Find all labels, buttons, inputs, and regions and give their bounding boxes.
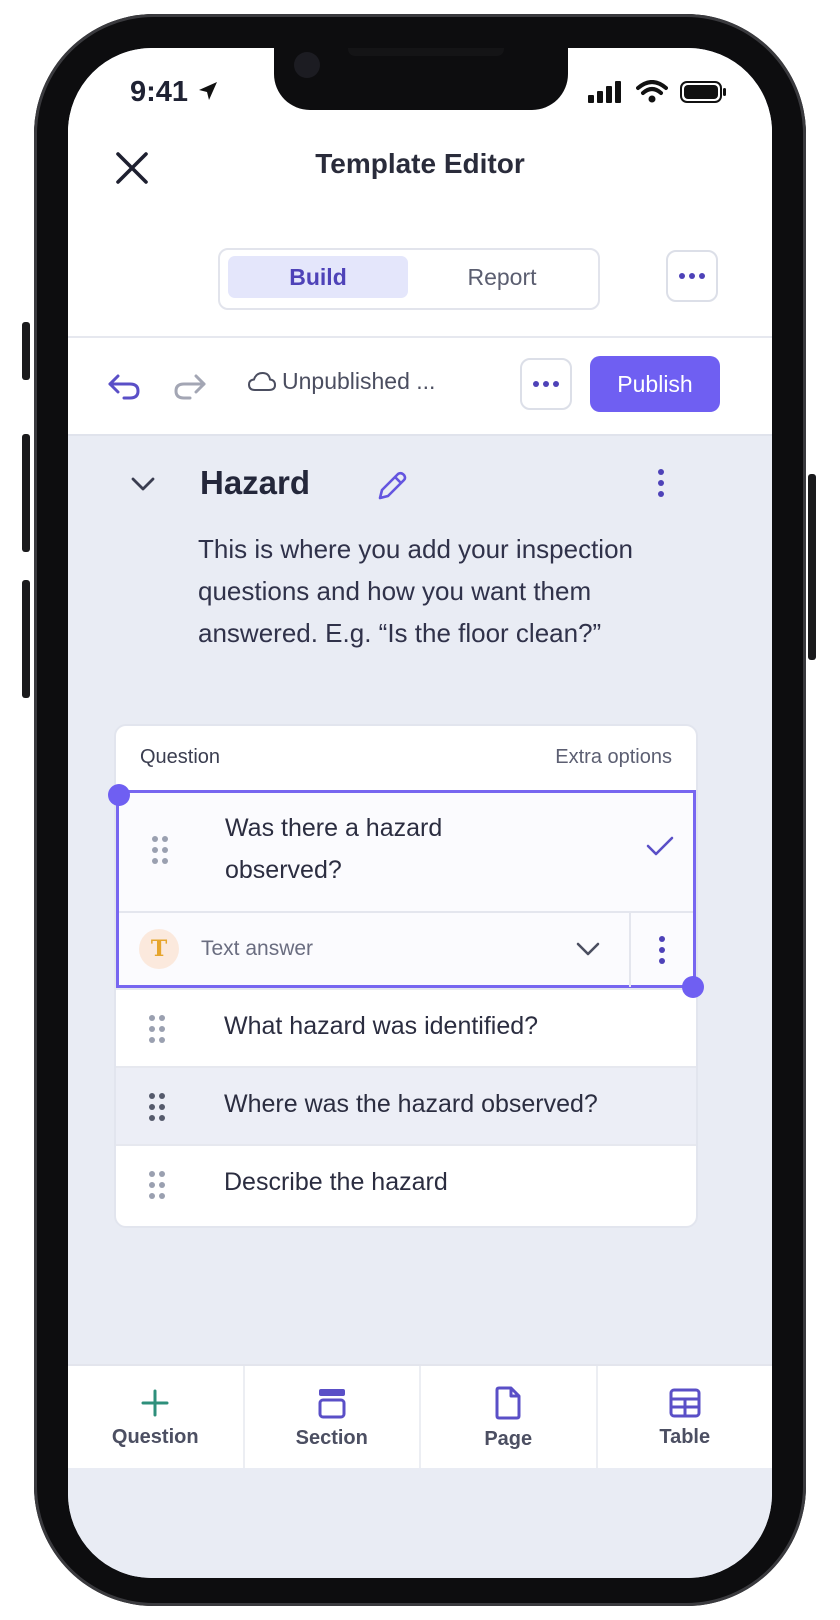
question-row[interactable]: Where was the hazard observed? <box>116 1066 696 1144</box>
question-table-header: Question Extra options <box>116 726 696 790</box>
selection-handle-bottom-right[interactable] <box>682 976 704 998</box>
home-indicator-area <box>68 1468 772 1578</box>
answer-more-vertical-icon[interactable] <box>657 935 667 965</box>
section-icon <box>318 1388 346 1418</box>
camera <box>294 52 320 78</box>
publish-status: Unpublished ... <box>248 368 435 395</box>
section-title: Hazard <box>200 464 311 501</box>
selection-handle-top-left[interactable] <box>108 784 130 806</box>
edit-pencil-icon[interactable] <box>374 470 408 504</box>
question-table: Question Extra options Was there a hazar… <box>114 724 698 1228</box>
undo-icon[interactable] <box>104 366 144 406</box>
text-answer-icon: T <box>139 929 179 969</box>
add-section-button[interactable]: Section <box>245 1366 421 1470</box>
drag-handle-icon[interactable] <box>148 1170 166 1200</box>
publish-button[interactable]: Publish <box>590 356 720 412</box>
add-question-button[interactable]: Question <box>68 1366 245 1470</box>
question-text-input[interactable]: Was there a hazard observed? <box>225 807 545 891</box>
power-button <box>808 474 816 660</box>
screen: 9:41 Template Editor Build Report Unpubl… <box>68 48 772 1578</box>
column-extra-options: Extra options <box>555 746 672 768</box>
status-icons <box>588 80 728 104</box>
volume-up-button <box>22 434 30 552</box>
drag-handle-icon[interactable] <box>148 1014 166 1044</box>
question-text: Describe the hazard <box>224 1168 448 1196</box>
question-text: Where was the hazard observed? <box>224 1090 598 1118</box>
more-horizontal-icon <box>679 273 705 279</box>
answer-type-selector[interactable]: T Text answer <box>119 911 693 987</box>
notch <box>274 48 568 110</box>
question-row[interactable]: Describe the hazard <box>116 1144 696 1222</box>
more-horizontal-icon <box>533 381 559 387</box>
tab-report[interactable]: Report <box>412 256 592 298</box>
answer-type-label: Text answer <box>201 937 314 960</box>
check-icon[interactable] <box>645 835 675 857</box>
drag-handle-icon[interactable] <box>151 835 169 865</box>
page-icon <box>495 1386 521 1419</box>
volume-down-button <box>22 580 30 698</box>
speaker <box>348 48 504 56</box>
editor-toolbar: Unpublished ... Publish <box>68 336 772 436</box>
cloud-icon <box>248 371 276 391</box>
question-row[interactable]: What hazard was identified? <box>116 988 696 1066</box>
mode-toggle: Build Report <box>218 248 600 310</box>
wifi-icon <box>636 80 668 103</box>
selected-question[interactable]: Was there a hazard observed? T Text answ… <box>116 790 696 988</box>
column-question: Question <box>140 746 221 768</box>
add-table-button[interactable]: Table <box>598 1366 773 1470</box>
signal-icon <box>588 81 621 103</box>
redo-icon[interactable] <box>170 366 210 406</box>
drag-handle-icon[interactable] <box>148 1092 166 1122</box>
chevron-down-icon[interactable] <box>130 476 156 492</box>
toolbar-more-button[interactable] <box>520 358 572 410</box>
table-icon <box>669 1388 701 1417</box>
add-page-button[interactable]: Page <box>421 1366 598 1470</box>
chevron-down-icon[interactable] <box>575 941 601 957</box>
battery-icon <box>680 81 726 103</box>
add-item-bar: Question Section Page Table <box>68 1364 772 1470</box>
status-time: 9:41 <box>130 76 220 109</box>
divider <box>629 913 631 987</box>
page-title: Template Editor <box>315 148 525 179</box>
section-more-vertical-icon[interactable] <box>656 468 666 498</box>
section-description: This is where you add your inspection qu… <box>198 534 634 648</box>
header-more-button[interactable] <box>666 250 718 302</box>
question-text: What hazard was identified? <box>224 1012 539 1040</box>
plus-icon <box>141 1389 169 1416</box>
mute-switch <box>22 322 30 380</box>
location-arrow-icon <box>199 82 218 100</box>
tab-build[interactable]: Build <box>228 256 408 298</box>
